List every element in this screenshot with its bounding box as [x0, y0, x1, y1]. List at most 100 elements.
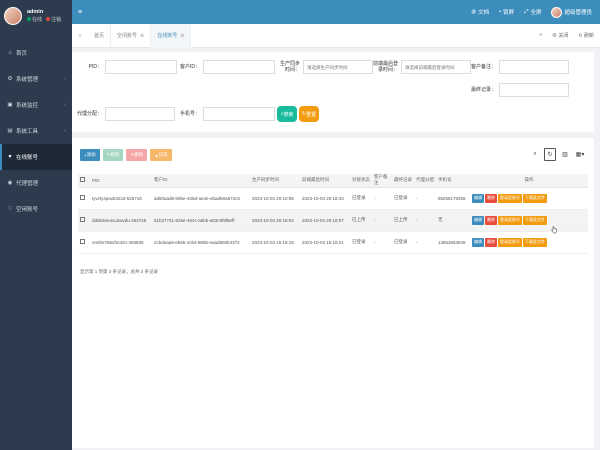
delete-button[interactable]: ✕ 删除 [126, 149, 148, 161]
heart-outline-icon: ♡ [7, 206, 13, 212]
row-download-button[interactable]: 下载此文件 [523, 193, 547, 203]
search-button[interactable]: ⌕ 搜索 [277, 106, 297, 122]
row-delete-button[interactable]: 删除 [485, 215, 497, 225]
phone-input[interactable] [203, 107, 275, 121]
sidebar-item-home[interactable]: ⌂ 首页 [0, 40, 72, 66]
client-id-field: 客户ID： [178, 60, 275, 74]
cell-record: 已登录 [392, 231, 414, 254]
table-header-row: PID 客户ID 生产同步时间 前端最后时间 对接状态 客户备注 最终记录 代理… [78, 174, 588, 188]
pid-input[interactable] [105, 60, 177, 74]
row-edit-button[interactable]: 编辑 [472, 215, 484, 225]
col-phone[interactable]: 手机号 [436, 174, 470, 188]
row-login-label: 登录此账号 [500, 217, 520, 222]
col-agent[interactable]: 代理分配 [414, 174, 436, 188]
cell-status: 已登录 [350, 231, 372, 254]
sidebar-item-online-accounts[interactable]: ♥ 在线账号 [0, 144, 72, 170]
table-row[interactable]: tyvzly4paxk3234-525716 ad50aad8-b9be-406… [78, 187, 588, 210]
logout-link[interactable]: 注销 [46, 16, 61, 24]
last-record-input[interactable] [499, 83, 569, 97]
tab-online-accounts[interactable]: 在线账号 ⊗ [151, 23, 192, 48]
admin-name: 超级管理员 [564, 10, 592, 16]
expand-icon: ⤢ [524, 8, 529, 15]
cell-agent: - [414, 209, 436, 232]
client-remark-field: 客户备注： [470, 60, 569, 74]
refresh-icon: ↻ [578, 33, 583, 39]
client-remark-input[interactable] [499, 60, 569, 74]
col-record[interactable]: 最终记录 [392, 174, 414, 188]
close-tabs-button[interactable]: ⊗ 关闭 [552, 32, 568, 39]
col-client-id[interactable]: 客户ID [152, 174, 250, 188]
col-remark[interactable]: 客户备注 [372, 174, 392, 188]
agent-input[interactable] [105, 107, 175, 121]
col-last-time[interactable]: 前端最后时间 [300, 174, 350, 188]
lock-screen-button[interactable]: ▪ 锁屏 [499, 8, 514, 16]
fullscreen-label: 全屏 [530, 10, 542, 16]
refresh-button[interactable]: ↻ 刷新 [578, 32, 594, 39]
sidebar-item-system-manage[interactable]: ⚙ 系统管理 ‹ [0, 66, 72, 92]
logout-dot-icon [46, 17, 51, 21]
last-record-label: 最终记录： [470, 87, 496, 93]
col-status[interactable]: 对接状态 [350, 174, 372, 188]
sidebar-item-agent-manage[interactable]: ◉ 代理管理 [0, 170, 72, 196]
search-panel: PID： 客户ID： 生产同步时间： 前端最后登录时间： 客户备注： 最终记录：… [72, 52, 594, 132]
sidebar-nav: ⌂ 首页 ⚙ 系统管理 ‹ ▣ 系统监控 ‹ ▤ 系统工具 ‹ ♥ 在线账号 ◉ 代理管理 ♡ 空闲… [0, 40, 72, 222]
client-id-input[interactable] [203, 60, 275, 74]
doc-label: 文档 [478, 10, 490, 16]
online-status: 在线 [27, 16, 42, 24]
user-info: admin 在线 注销 [27, 8, 61, 24]
close-icon[interactable]: ⊗ [140, 33, 144, 39]
cell-pid: ddd63ee4xu2wvdu-264728 [90, 209, 152, 232]
search-icon[interactable]: ⌕ [529, 148, 541, 161]
log-button[interactable]: ▲ 日志 [150, 149, 172, 161]
row-login-button[interactable]: 登录此账号 [498, 215, 522, 225]
close-icon[interactable]: ⊗ [180, 33, 184, 39]
heart-icon: ♥ [8, 154, 12, 160]
columns-icon[interactable]: ▦▾ [574, 148, 586, 161]
table-row[interactable]: nn0he7662fm42n-493835 2cbdeaa9-eb65-4cb4… [78, 231, 588, 254]
select-all-checkbox[interactable] [80, 177, 85, 183]
col-pid[interactable]: PID [90, 174, 152, 188]
double-right-arrow-icon[interactable]: » [539, 32, 542, 39]
sidebar-item-system-monitor[interactable]: ▣ 系统监控 ‹ [0, 92, 72, 118]
row-edit-button[interactable]: 编辑 [472, 237, 484, 247]
avatar [4, 7, 22, 25]
row-download-label: 下载此文件 [525, 217, 545, 222]
row-checkbox[interactable] [80, 217, 85, 222]
lock-label: 锁屏 [503, 10, 515, 16]
export-icon[interactable]: ▥ [559, 148, 571, 161]
double-left-arrow-icon[interactable]: « [72, 33, 88, 39]
pagination-info: 显示第 1 到第 3 条记录，总共 3 条记录 [80, 269, 159, 274]
tab-label: 在线账号 [157, 33, 178, 39]
cell-client-id: 51b37741-626e-464c-a6bb-a63c9f9f8eff [152, 209, 250, 232]
row-download-button[interactable]: 下载此文件 [523, 237, 547, 247]
create-time-input[interactable] [303, 60, 373, 74]
row-edit-label: 编辑 [474, 239, 482, 244]
row-checkbox[interactable] [80, 195, 85, 200]
pid-field: PID： [80, 60, 177, 74]
row-checkbox[interactable] [80, 239, 85, 244]
table-row[interactable]: ddd63ee4xu2wvdu-264728 51b37741-626e-464… [78, 209, 588, 232]
last-login-input[interactable] [401, 60, 471, 74]
reset-button[interactable]: ↻ 重置 [299, 106, 319, 122]
row-login-button[interactable]: 登录此账号 [498, 193, 522, 203]
refresh-icon[interactable]: ↻ [544, 148, 556, 161]
tab-idle-accounts[interactable]: 空闲账号 ⊗ [111, 23, 152, 48]
sidebar-item-system-tools[interactable]: ▤ 系统工具 ‹ [0, 118, 72, 144]
sidebar-item-idle-accounts[interactable]: ♡ 空闲账号 [0, 196, 72, 222]
row-delete-button[interactable]: 删除 [485, 193, 497, 203]
fullscreen-button[interactable]: ⤢ 全屏 [524, 8, 542, 17]
cell-last-time: 2023-10-04 15:18:21 [300, 231, 350, 254]
row-download-button[interactable]: 下载此文件 [523, 215, 547, 225]
admin-menu[interactable]: 超级管理员 [551, 6, 592, 18]
tab-home[interactable]: 首页 [88, 23, 112, 48]
edit-button[interactable]: ✎ 修改 [102, 149, 124, 161]
doc-link[interactable]: ◍ 文档 [471, 8, 489, 16]
row-edit-button[interactable]: 编辑 [472, 193, 484, 203]
col-create-time[interactable]: 生产同步时间 [250, 174, 300, 188]
row-delete-button[interactable]: 删除 [485, 237, 497, 247]
chevron-left-icon: ‹ [64, 102, 66, 108]
add-button[interactable]: + 添加 [80, 149, 100, 161]
row-login-button[interactable]: 登录此账号 [498, 237, 522, 247]
row-edit-label: 编辑 [474, 195, 482, 200]
bars-icon[interactable]: ≡ [78, 9, 82, 16]
